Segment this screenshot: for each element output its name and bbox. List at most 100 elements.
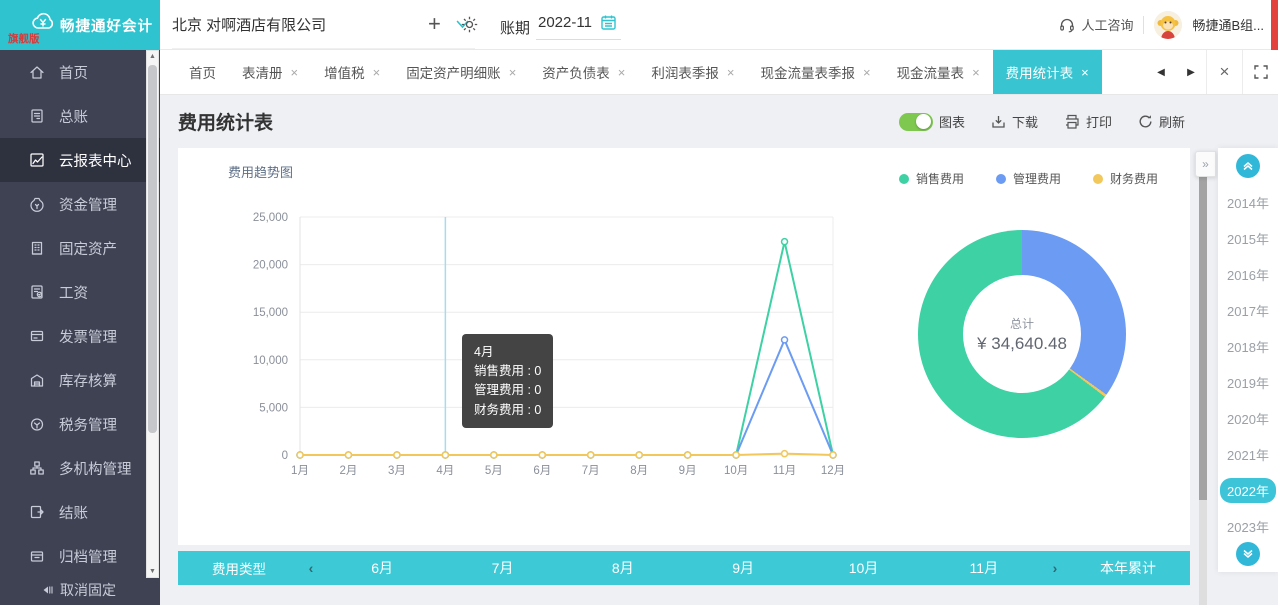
chart-toggle[interactable]: 图表 [899,112,965,131]
column-month[interactable]: 11月 [924,558,1044,578]
sidebar-scrollbar[interactable]: ▲ ▼ [146,50,159,578]
tab-item[interactable]: 资产负债表× [529,50,638,94]
payroll-icon [28,283,46,301]
period-field[interactable]: 2022-11 [536,10,621,40]
months-scroll-right-icon[interactable]: › [1044,560,1066,576]
tab-item[interactable]: 现金流量表季报× [747,50,883,94]
invoice-icon [28,327,46,345]
inventory-icon [28,371,46,389]
years-scroll-up-icon[interactable] [1236,154,1260,178]
years-scroll-down-icon[interactable] [1236,542,1260,566]
column-month[interactable]: 10月 [803,558,923,578]
legend-item[interactable]: 财务费用 [1093,170,1158,187]
tab-close-icon[interactable]: × [509,65,517,80]
org-icon [28,459,46,477]
main-scrollbar[interactable] [1199,176,1207,605]
sidebar-item[interactable]: 工资 [0,270,160,314]
topbar-right: 人工咨询 畅捷通B组... [1059,0,1264,49]
svg-text:1月: 1月 [291,465,309,477]
support-button[interactable]: 人工咨询 [1059,15,1133,34]
toggle-switch[interactable] [899,113,933,131]
main-scrollbar-thumb[interactable] [1199,176,1207,500]
svg-text:5月: 5月 [485,465,503,477]
tab-item[interactable]: 首页 [176,50,229,94]
year-item[interactable]: 2022年 [1218,472,1278,508]
tab-close-icon[interactable]: × [727,65,735,80]
add-button[interactable]: + [428,11,441,37]
tab-item[interactable]: 增值税× [311,50,393,94]
donut-total-label: 总计 [1010,315,1034,332]
svg-text:20,000: 20,000 [253,260,288,272]
column-month[interactable]: 6月 [322,558,442,578]
year-item[interactable]: 2021年 [1218,436,1278,472]
sidebar-item[interactable]: 首页 [0,50,160,94]
scrollbar-thumb[interactable] [148,65,157,433]
sidebar-item-label: 多机构管理 [59,458,132,479]
brand-logo: 畅捷通好会计 旗舰版 [0,0,160,50]
sidebar-item[interactable]: 税务管理 [0,402,160,446]
report-icon [28,151,46,169]
tab-item[interactable]: 固定资产明细账× [393,50,529,94]
sidebar-item[interactable]: 固定资产 [0,226,160,270]
year-item[interactable]: 2023年 [1218,508,1278,544]
months-scroll-left-icon[interactable]: ‹ [300,560,322,576]
scroll-down-icon[interactable]: ▼ [147,568,158,575]
unpin-label: 取消固定 [60,580,116,600]
print-button[interactable]: 打印 [1064,112,1112,131]
divider [1143,16,1144,34]
sidebar-item[interactable]: 总账 [0,94,160,138]
tab-close-icon[interactable]: × [1081,65,1089,80]
fullscreen-icon[interactable] [1242,50,1278,94]
tab-close-icon[interactable]: × [373,65,381,80]
scroll-up-icon[interactable]: ▲ [147,53,158,60]
sidebar-item[interactable]: 发票管理 [0,314,160,358]
user-name[interactable]: 畅捷通B组... [1192,15,1264,34]
tab-item[interactable]: 利润表季报× [638,50,747,94]
download-button[interactable]: 下载 [991,112,1038,131]
calendar-icon[interactable] [600,14,617,31]
tab-scroll-right-icon[interactable]: ▶ [1176,50,1206,94]
year-item[interactable]: 2015年 [1218,220,1278,256]
sidebar-item[interactable]: 多机构管理 [0,446,160,490]
tab-close-icon[interactable]: × [618,65,626,80]
year-item[interactable]: 2017年 [1218,292,1278,328]
tab-item[interactable]: 费用统计表× [993,50,1102,94]
notification-strip [1271,0,1278,50]
unpin-sidebar-button[interactable]: 取消固定 [40,580,116,600]
line-chart[interactable]: 05,00010,00015,00020,00025,0001月2月3月4月5月… [178,148,878,488]
sidebar-item[interactable]: 归档管理 [0,534,160,578]
year-item[interactable]: 2016年 [1218,256,1278,292]
donut-chart[interactable]: 总计 ¥ 34,640.48 [918,230,1126,438]
year-label: 2018年 [1227,337,1269,356]
legend-item[interactable]: 销售费用 [899,170,964,187]
legend-label: 管理费用 [1013,170,1061,187]
column-month[interactable]: 8月 [563,558,683,578]
app-window: 畅捷通好会计 旗舰版 北京 对啊酒店有限公司 + 账期 2022-11 [0,0,1278,605]
column-month[interactable]: 7月 [442,558,562,578]
column-month[interactable]: 9月 [683,558,803,578]
avatar[interactable] [1154,11,1182,39]
year-panel-expand-icon[interactable]: » [1195,151,1216,177]
tab-scroll-left-icon[interactable]: ◀ [1146,50,1176,94]
tab-item[interactable]: 现金流量表 × [884,50,993,94]
sidebar-item[interactable]: 云报表中心 [0,138,160,182]
svg-text:15,000: 15,000 [253,307,288,319]
tab-close-icon[interactable]: × [863,65,871,80]
tab-close-icon[interactable]: × [972,65,980,80]
legend-item[interactable]: 管理费用 [996,170,1061,187]
year-item[interactable]: 2020年 [1218,400,1278,436]
refresh-icon [1138,114,1153,129]
tab-item[interactable]: 表清册× [229,50,311,94]
tab-label: 现金流量表 [897,62,965,82]
sidebar-item[interactable]: 结账 [0,490,160,534]
sidebar-item[interactable]: 资金管理 [0,182,160,226]
tab-bar: 首页表清册×增值税×固定资产明细账×资产负债表×利润表季报×现金流量表季报×现金… [160,50,1278,95]
year-item[interactable]: 2018年 [1218,328,1278,364]
sidebar-item[interactable]: 库存核算 [0,358,160,402]
gear-icon[interactable] [460,15,479,34]
year-item[interactable]: 2014年 [1218,184,1278,220]
tab-close-icon[interactable]: × [291,65,299,80]
close-all-tabs-icon[interactable]: × [1206,50,1242,94]
refresh-button[interactable]: 刷新 [1138,112,1185,131]
year-item[interactable]: 2019年 [1218,364,1278,400]
